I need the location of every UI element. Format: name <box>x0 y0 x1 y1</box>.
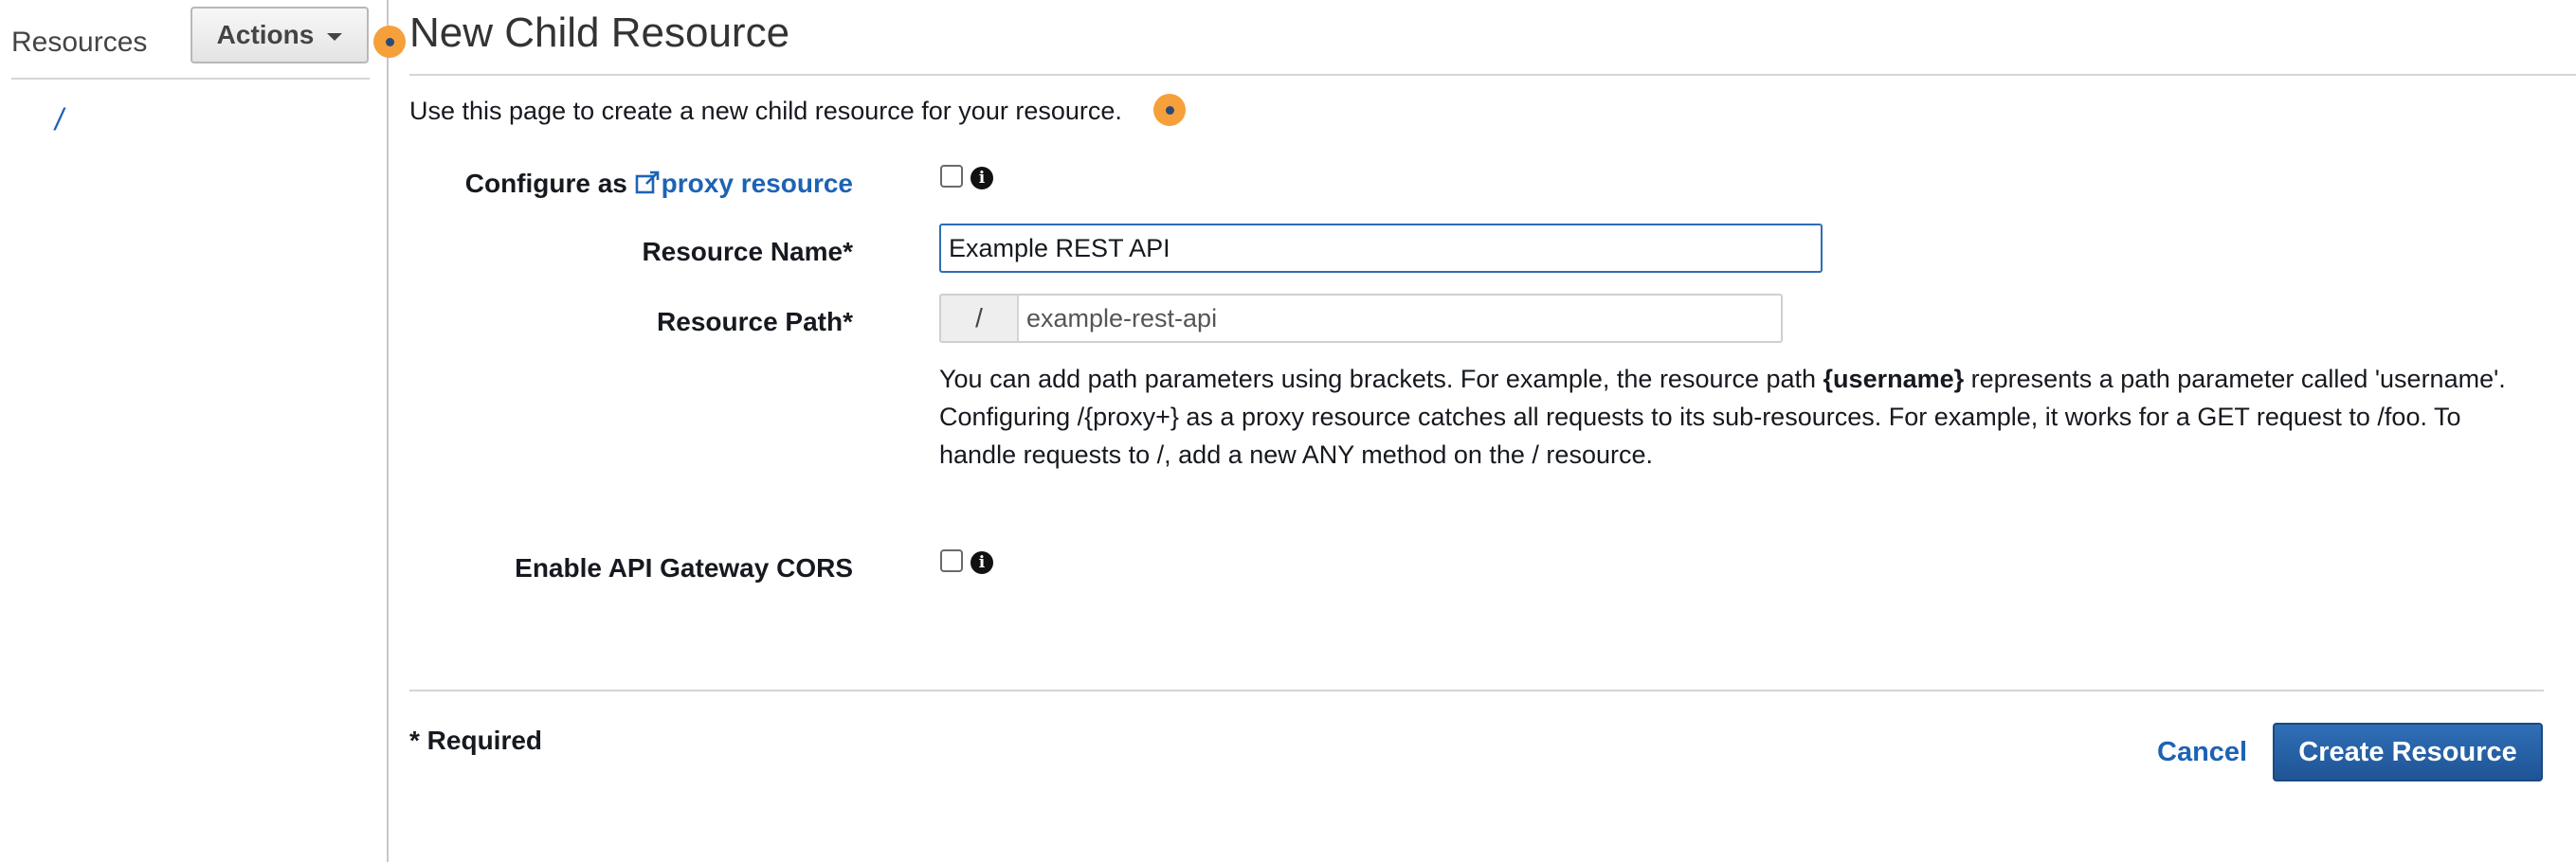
resource-path-prefix: / <box>941 296 1019 341</box>
footer-divider <box>409 690 2544 691</box>
cancel-button[interactable]: Cancel <box>2157 737 2247 768</box>
proxy-label-prefix: Configure as <box>464 169 635 198</box>
resource-path-field: / example-rest-api <box>939 294 1783 343</box>
proxy-link-text: proxy resource <box>661 169 853 198</box>
sidebar-divider <box>11 78 370 80</box>
cors-checkbox[interactable] <box>940 549 963 572</box>
resources-sidebar: Resources Actions / <box>0 0 389 862</box>
path-parameter-help-text: You can add path parameters using bracke… <box>939 360 2513 474</box>
intro-text: Use this page to create a new child reso… <box>409 97 1122 125</box>
actions-dropdown-button[interactable]: Actions <box>190 7 369 63</box>
resource-name-input[interactable]: Example REST API <box>939 224 1823 273</box>
actions-label: Actions <box>216 20 315 49</box>
help-text-part1: You can add path parameters using bracke… <box>939 365 1823 393</box>
resource-path-input[interactable]: example-rest-api <box>1019 296 1781 341</box>
proxy-resource-link[interactable]: proxy resource <box>635 169 853 198</box>
resource-name-label: Resource Name* <box>642 237 853 266</box>
help-text-param: {username} <box>1823 365 1965 393</box>
info-icon[interactable]: i <box>971 551 993 574</box>
create-resource-button[interactable]: Create Resource <box>2273 723 2543 781</box>
cors-label: Enable API Gateway CORS <box>515 553 853 583</box>
external-link-icon <box>635 171 659 194</box>
help-dot-icon[interactable] <box>373 26 406 58</box>
resource-tree-item-root[interactable]: / <box>55 102 63 137</box>
sidebar-title: Resources <box>11 27 148 58</box>
proxy-resource-label: Configure as proxy resource <box>465 169 853 199</box>
info-icon[interactable]: i <box>971 167 993 189</box>
caret-down-icon <box>327 33 343 41</box>
proxy-resource-checkbox[interactable] <box>940 165 963 188</box>
help-dot-icon[interactable] <box>1153 94 1186 126</box>
title-divider <box>409 74 2576 76</box>
required-note: * Required <box>409 726 543 755</box>
page-title: New Child Resource <box>409 9 790 56</box>
resource-path-label: Resource Path* <box>657 307 853 336</box>
